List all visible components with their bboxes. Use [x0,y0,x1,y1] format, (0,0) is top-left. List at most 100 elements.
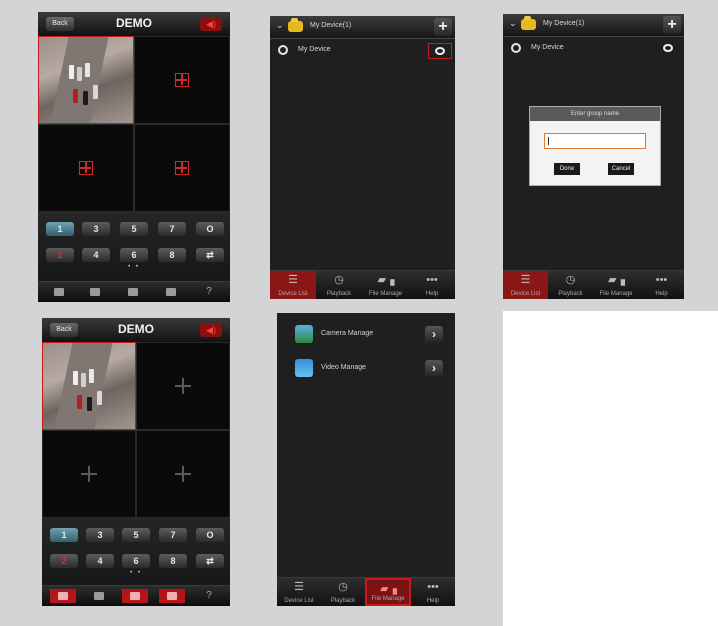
folder-button[interactable] [158,285,184,299]
tab-file-manage[interactable]: ▰▗ File Manage [365,578,411,606]
channel-key-2[interactable]: 2 [50,554,78,568]
help-button[interactable]: ? [196,589,222,603]
channel-key-8[interactable]: 8 [158,248,186,262]
channel-key-8[interactable]: 8 [159,554,187,568]
capture-icon [94,592,104,600]
tab-label: Playback [558,291,583,297]
video-grid [42,342,230,518]
tab-help[interactable]: ••• Help [409,271,455,299]
tab-file-manage[interactable]: ▰▗ File Manage [593,271,639,299]
tab-device-list[interactable]: ☰ Device List [277,578,321,606]
device-status-icon [278,45,288,55]
record-icon [58,592,68,600]
page-indicator: • • [130,570,142,576]
switch-stream-button[interactable]: ⇄ [196,248,224,262]
device-row[interactable]: My Device [270,42,455,62]
ptz-button[interactable]: O [196,528,224,542]
channel-key-5[interactable]: 5 [120,222,148,236]
tab-help[interactable]: ••• Help [411,578,455,606]
tab-file-manage[interactable]: ▰▗ File Manage [362,271,409,299]
file-manage-icon: ▰▗ [377,274,395,286]
video-manage-item[interactable]: Video Manage › [289,357,445,381]
tab-playback[interactable]: ◷ Playback [316,271,362,299]
help-icon: ? [206,286,212,297]
record-button[interactable] [46,285,72,299]
folder-icon [167,592,177,600]
live-toolbar: ? [42,585,230,606]
camera-button[interactable] [120,285,146,299]
list-icon: ☰ [520,274,531,286]
capture-button[interactable] [82,285,108,299]
channel-key-2[interactable]: 2 [46,248,74,262]
help-button[interactable]: ? [196,285,222,299]
device-group-header[interactable]: ⌄ My Device(1) + [503,14,684,37]
tab-device-list[interactable]: ☰ Device List [503,271,548,299]
speaker-icon[interactable]: ◀) [200,17,222,31]
chevron-down-icon: ⌄ [509,18,517,28]
video-manage-label: Video Manage [321,364,367,371]
add-device-button[interactable]: + [663,16,681,34]
folder-button[interactable] [159,589,185,603]
camera-icon [128,288,138,296]
video-window-4[interactable] [136,430,230,518]
tab-help[interactable]: ••• Help [639,271,684,299]
video-window-3[interactable] [38,124,134,212]
tab-label: Help [426,598,440,604]
channel-key-1[interactable]: 1 [50,528,78,542]
video-grid [38,36,230,212]
tab-label: File Manage [368,291,403,297]
preview-button[interactable] [657,41,681,57]
window-icon [175,73,189,87]
eye-icon [663,44,673,52]
device-row[interactable]: My Device [503,40,684,60]
camera-button[interactable] [122,589,148,603]
channel-key-3[interactable]: 3 [82,222,110,236]
tab-device-list[interactable]: ☰ Device List [270,271,316,299]
camera-manage-item[interactable]: Camera Manage › [289,323,445,347]
video-window-3[interactable] [42,430,136,518]
add-channel-icon [81,466,97,482]
video-icon [295,359,313,377]
speaker-icon[interactable]: ◀) [200,323,222,337]
ptz-button[interactable]: O [196,222,224,236]
device-group-header[interactable]: ⌄ My Device(1) + [270,16,455,39]
group-name-input[interactable] [544,133,646,149]
channel-key-6[interactable]: 6 [120,248,148,262]
video-window-1[interactable] [38,36,134,124]
done-button[interactable]: Done [554,163,580,175]
video-window-1[interactable] [42,342,136,430]
tab-label: Device List [284,598,314,604]
switch-stream-button[interactable]: ⇄ [196,554,224,568]
folder-icon [166,288,176,296]
video-window-4[interactable] [134,124,230,212]
channel-key-6[interactable]: 6 [122,554,150,568]
channel-key-4[interactable]: 4 [86,554,114,568]
cancel-button[interactable]: Cancel [608,163,634,175]
channel-key-5[interactable]: 5 [122,528,150,542]
add-channel-icon [175,378,191,394]
channel-key-3[interactable]: 3 [86,528,114,542]
more-icon: ••• [426,274,438,286]
clock-icon: ◷ [338,581,348,593]
device-name: My Device [531,44,564,51]
tab-playback[interactable]: ◷ Playback [321,578,365,606]
channel-key-7[interactable]: 7 [158,222,186,236]
channel-key-4[interactable]: 4 [82,248,110,262]
channel-key-7[interactable]: 7 [159,528,187,542]
capture-button[interactable] [86,589,112,603]
tab-playback[interactable]: ◷ Playback [548,271,593,299]
add-device-button[interactable]: + [434,18,452,36]
window-icon [175,161,189,175]
live-toolbar: ? [38,281,230,302]
record-button[interactable] [50,589,76,603]
preview-button[interactable] [428,43,452,59]
video-window-2[interactable] [134,36,230,124]
video-window-2[interactable] [136,342,230,430]
clock-icon: ◷ [565,274,576,286]
channel-key-1[interactable]: 1 [46,222,74,236]
tab-label: File Manage [371,596,405,602]
group-name-dialog: Enter group name Done Cancel [529,106,661,186]
live-view-screen-2: Back DEMO ◀) 1 3 5 7 O 2 4 6 8 ⇄ • • ? [42,318,230,606]
more-icon: ••• [427,581,439,593]
file-manage-icon: ▰▗ [380,583,397,595]
